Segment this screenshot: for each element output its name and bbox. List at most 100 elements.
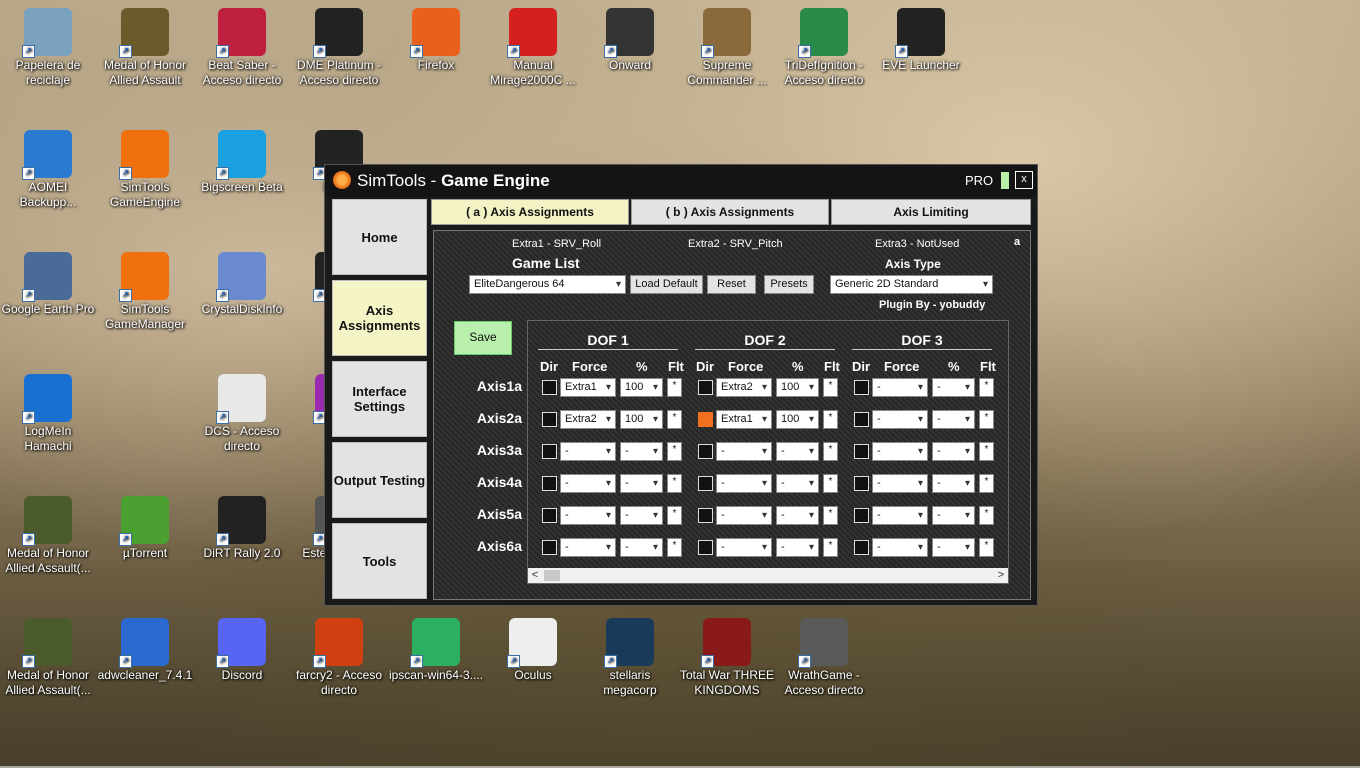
- desktop-icon[interactable]: ↗ farcry2 - Acceso directo: [291, 618, 387, 698]
- percent-select[interactable]: - ▾: [932, 538, 975, 557]
- desktop-icon[interactable]: ↗ Beat Saber - Acceso directo: [194, 8, 290, 88]
- desktop-icon[interactable]: ↗ Medal of Honor Allied Assault: [97, 8, 193, 88]
- desktop-icon[interactable]: ↗ Onward: [582, 8, 678, 73]
- filter-button[interactable]: *: [979, 474, 994, 493]
- tab-axis-limiting[interactable]: Axis Limiting: [831, 199, 1031, 225]
- percent-select[interactable]: 100 ▾: [776, 378, 819, 397]
- sidebar-output-testing-button[interactable]: Output Testing: [332, 442, 427, 518]
- title-bar[interactable]: SimTools - Game Engine PRO x: [325, 165, 1037, 197]
- direction-checkbox[interactable]: [542, 444, 557, 459]
- direction-checkbox[interactable]: [542, 476, 557, 491]
- desktop-icon[interactable]: ↗ WrathGame - Acceso directo: [776, 618, 872, 698]
- force-select[interactable]: Extra2 ▾: [560, 410, 616, 429]
- force-select[interactable]: Extra1 ▾: [716, 410, 772, 429]
- tab-axis-assignments-b[interactable]: ( b ) Axis Assignments: [631, 199, 829, 225]
- percent-select[interactable]: - ▾: [620, 442, 663, 461]
- desktop-icon[interactable]: ↗ CrystalDiskInfo: [194, 252, 290, 317]
- direction-checkbox[interactable]: [542, 412, 557, 427]
- desktop-icon[interactable]: ↗ TriDefIgnition - Acceso directo: [776, 8, 872, 88]
- desktop-icon[interactable]: ↗ Papelera de reciclaje: [0, 8, 96, 88]
- direction-checkbox[interactable]: [698, 380, 713, 395]
- desktop-icon[interactable]: ↗ Total War THREE KINGDOMS: [679, 618, 775, 698]
- close-button[interactable]: x: [1015, 171, 1033, 189]
- percent-select[interactable]: 100 ▾: [776, 410, 819, 429]
- direction-checkbox[interactable]: [854, 476, 869, 491]
- filter-button[interactable]: *: [667, 506, 682, 525]
- load-default-button[interactable]: Load Default: [630, 275, 703, 294]
- force-select[interactable]: - ▾: [560, 474, 616, 493]
- filter-button[interactable]: *: [667, 474, 682, 493]
- save-button[interactable]: Save: [454, 321, 512, 355]
- sidebar-interface-settings-button[interactable]: Interface Settings: [332, 361, 427, 437]
- filter-button[interactable]: *: [979, 378, 994, 397]
- force-select[interactable]: - ▾: [716, 474, 772, 493]
- percent-select[interactable]: 100 ▾: [620, 410, 663, 429]
- percent-select[interactable]: - ▾: [620, 538, 663, 557]
- force-select[interactable]: - ▾: [716, 442, 772, 461]
- desktop-icon[interactable]: ↗ adwcleaner_7.4.1: [97, 618, 193, 683]
- force-select[interactable]: - ▾: [872, 474, 928, 493]
- filter-button[interactable]: *: [823, 442, 838, 461]
- desktop-icon[interactable]: ↗ Supreme Commander ...: [679, 8, 775, 88]
- sidebar-home-button[interactable]: Home: [332, 199, 427, 275]
- force-select[interactable]: Extra2 ▾: [716, 378, 772, 397]
- desktop-icon[interactable]: ↗ Medal of Honor Allied Assault(...: [0, 496, 96, 576]
- percent-select[interactable]: - ▾: [776, 474, 819, 493]
- desktop-icon[interactable]: ↗ DiRT Rally 2.0: [194, 496, 290, 561]
- filter-button[interactable]: *: [667, 538, 682, 557]
- force-select[interactable]: - ▾: [560, 538, 616, 557]
- direction-checkbox[interactable]: [542, 540, 557, 555]
- desktop-icon[interactable]: ↗ Bigscreen Beta: [194, 130, 290, 195]
- force-select[interactable]: - ▾: [872, 442, 928, 461]
- scroll-left-icon[interactable]: <: [528, 568, 542, 583]
- desktop-icon[interactable]: ↗ LogMeIn Hamachi: [0, 374, 96, 454]
- force-select[interactable]: - ▾: [872, 378, 928, 397]
- percent-select[interactable]: - ▾: [932, 442, 975, 461]
- force-select[interactable]: - ▾: [872, 538, 928, 557]
- direction-checkbox[interactable]: [854, 380, 869, 395]
- direction-checkbox[interactable]: [698, 540, 713, 555]
- desktop-icon[interactable]: ↗ Google Earth Pro: [0, 252, 96, 317]
- sidebar-axis-assignments-button[interactable]: Axis Assignments: [332, 280, 427, 356]
- desktop-icon[interactable]: ↗ Discord: [194, 618, 290, 683]
- force-select[interactable]: - ▾: [560, 506, 616, 525]
- horizontal-scrollbar[interactable]: < >: [528, 568, 1008, 583]
- direction-checkbox[interactable]: [854, 444, 869, 459]
- percent-select[interactable]: - ▾: [620, 506, 663, 525]
- desktop-icon[interactable]: ↗ SimTools GameEngine: [97, 130, 193, 210]
- filter-button[interactable]: *: [979, 442, 994, 461]
- percent-select[interactable]: - ▾: [932, 410, 975, 429]
- percent-select[interactable]: - ▾: [776, 538, 819, 557]
- sidebar-tools-button[interactable]: Tools: [332, 523, 427, 599]
- filter-button[interactable]: *: [667, 442, 682, 461]
- filter-button[interactable]: *: [979, 538, 994, 557]
- percent-select[interactable]: - ▾: [776, 442, 819, 461]
- direction-checkbox[interactable]: [854, 508, 869, 523]
- percent-select[interactable]: - ▾: [932, 378, 975, 397]
- filter-button[interactable]: *: [823, 506, 838, 525]
- direction-checkbox[interactable]: [698, 444, 713, 459]
- game-list-select[interactable]: EliteDangerous 64 ▾: [469, 275, 626, 294]
- direction-checkbox[interactable]: [854, 540, 869, 555]
- direction-checkbox[interactable]: [698, 412, 713, 427]
- force-select[interactable]: - ▾: [716, 538, 772, 557]
- filter-button[interactable]: *: [979, 506, 994, 525]
- force-select[interactable]: - ▾: [872, 410, 928, 429]
- filter-button[interactable]: *: [823, 378, 838, 397]
- filter-button[interactable]: *: [823, 538, 838, 557]
- desktop-icon[interactable]: ↗ ipscan-win64-3....: [388, 618, 484, 683]
- filter-button[interactable]: *: [667, 378, 682, 397]
- direction-checkbox[interactable]: [698, 476, 713, 491]
- presets-button[interactable]: Presets: [764, 275, 814, 294]
- desktop-icon[interactable]: ↗ Firefox: [388, 8, 484, 73]
- scrollbar-thumb[interactable]: [544, 570, 560, 581]
- percent-select[interactable]: - ▾: [932, 474, 975, 493]
- percent-select[interactable]: 100 ▾: [620, 378, 663, 397]
- desktop-icon[interactable]: ↗ DME Platinum - Acceso directo: [291, 8, 387, 88]
- filter-button[interactable]: *: [823, 474, 838, 493]
- direction-checkbox[interactable]: [542, 508, 557, 523]
- reset-button[interactable]: Reset: [707, 275, 756, 294]
- direction-checkbox[interactable]: [854, 412, 869, 427]
- filter-button[interactable]: *: [667, 410, 682, 429]
- desktop-icon[interactable]: ↗ Manual Mirage2000C ...: [485, 8, 581, 88]
